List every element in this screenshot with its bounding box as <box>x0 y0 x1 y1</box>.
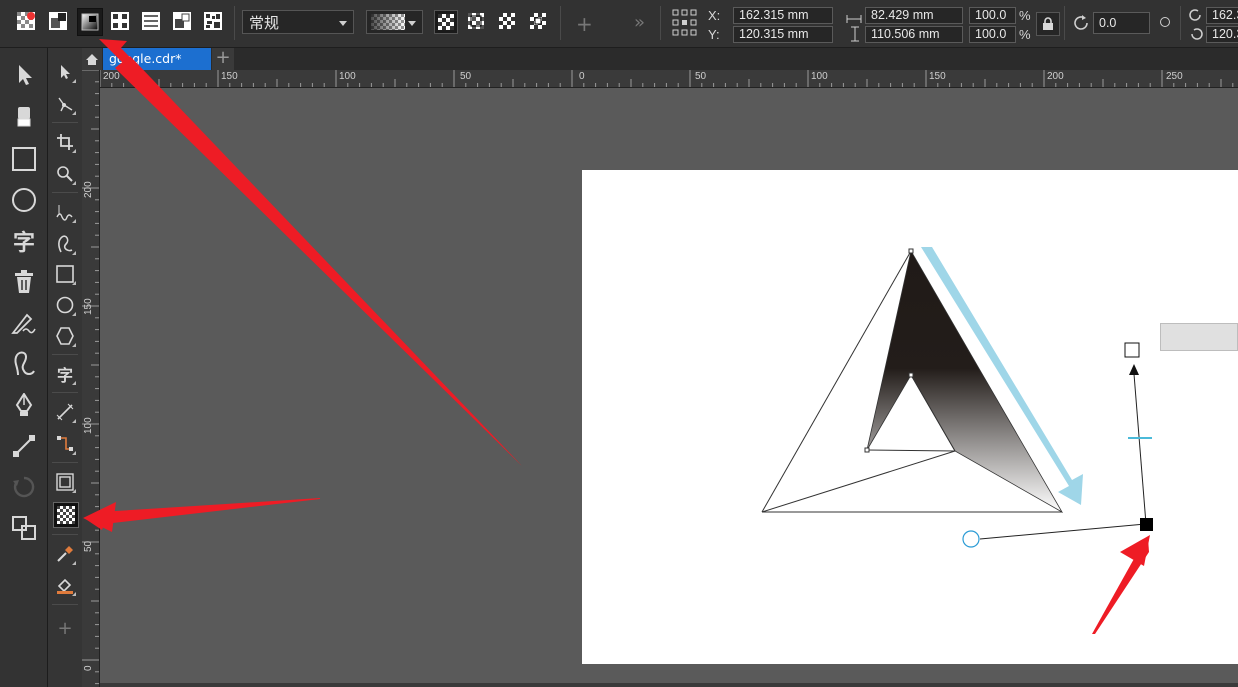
uniform-transparency-icon[interactable] <box>47 10 69 32</box>
property-bar: 常规 + » X: Y: 162.315 mm 120.315 mm 82.42… <box>0 0 1238 48</box>
percent-label: % <box>1019 27 1031 42</box>
ellipse-icon[interactable] <box>9 185 39 215</box>
zoom-icon[interactable] <box>53 162 77 186</box>
chevron-right-icon[interactable]: » <box>634 12 645 33</box>
transparency-icon[interactable] <box>53 502 79 528</box>
scale-width-field[interactable]: 100.0 <box>969 7 1016 24</box>
rectangle-icon[interactable] <box>9 144 39 174</box>
eraser-icon[interactable] <box>9 102 39 132</box>
ruler-label: 250 <box>1166 71 1183 82</box>
mirror-horizontal-icon[interactable] <box>1188 7 1204 27</box>
text-icon[interactable]: 字 <box>9 226 39 256</box>
artistic-media-icon[interactable] <box>9 308 39 338</box>
width-field[interactable]: 82.429 mm <box>865 7 963 24</box>
floating-toolbar-stub[interactable] <box>1160 323 1238 351</box>
scale-height-field[interactable]: 100.0 <box>969 26 1016 43</box>
ruler-label: 150 <box>929 71 946 82</box>
lock-icon <box>1043 17 1053 30</box>
apply-to-fill-icon[interactable] <box>434 10 458 34</box>
ruler-label: 0 <box>83 665 94 671</box>
pick-tool-icon[interactable] <box>9 60 39 90</box>
horizontal-ruler[interactable]: 200 150 100 50 0 50 100 150 200 250 <box>100 70 1238 88</box>
ruler-label: 100 <box>83 417 94 434</box>
rectangle-icon[interactable] <box>53 262 77 286</box>
transparency-swatch-icon <box>371 14 405 30</box>
home-tab[interactable] <box>82 48 102 70</box>
eyedropper-icon[interactable] <box>53 542 77 566</box>
chevron-down-icon <box>339 21 347 26</box>
secondary-toolbox: 字 + <box>48 48 83 687</box>
merge-mode-value: 常规 <box>249 14 280 32</box>
percent-label: % <box>1019 8 1031 23</box>
connector-icon[interactable] <box>53 432 77 456</box>
vector-pattern-transparency-icon[interactable] <box>109 10 131 32</box>
new-tab-plus-icon[interactable]: + <box>212 48 234 70</box>
text-icon[interactable]: 字 <box>53 362 77 386</box>
ruler-label: 50 <box>83 540 94 552</box>
ruler-label: 200 <box>103 71 120 82</box>
plus-icon[interactable]: + <box>576 12 593 36</box>
bezier-icon[interactable] <box>53 232 77 256</box>
lock-ratio-button[interactable] <box>1036 12 1060 36</box>
pick-icon[interactable] <box>53 60 77 84</box>
mirror-vertical-icon[interactable] <box>1188 26 1204 46</box>
crop-icon[interactable] <box>53 130 77 154</box>
add-tool-icon[interactable]: + <box>53 616 77 640</box>
reference-point-icon[interactable] <box>672 9 698 41</box>
ruler-label: 100 <box>811 71 828 82</box>
delete-icon[interactable] <box>9 267 39 297</box>
weld-icon[interactable] <box>9 513 39 543</box>
texture-transparency-icon[interactable] <box>202 10 224 32</box>
freehand-curve-icon[interactable] <box>9 349 39 379</box>
freehand-icon[interactable] <box>53 200 77 224</box>
rotation-field[interactable]: 0.0 <box>1093 12 1150 34</box>
apply-to-all-icon[interactable] <box>496 10 518 32</box>
connector-icon[interactable] <box>9 431 39 461</box>
vertical-ruler[interactable]: 200 150 100 50 0 <box>82 70 100 687</box>
drop-shadow-icon[interactable] <box>53 470 77 494</box>
document-page[interactable] <box>582 170 1238 664</box>
fountain-transparency-icon[interactable] <box>77 8 103 36</box>
ruler-label: 50 <box>460 71 472 82</box>
document-tab[interactable]: google.cdr* <box>103 48 211 70</box>
bitmap-pattern-transparency-icon[interactable] <box>140 10 162 32</box>
degree-icon <box>1160 17 1170 27</box>
far-right-field-1[interactable]: 162.3 <box>1206 7 1238 24</box>
ruler-label: 150 <box>221 71 238 82</box>
height-field[interactable]: 110.506 mm <box>865 26 963 43</box>
x-position-field[interactable]: 162.315 mm <box>733 7 833 24</box>
height-icon <box>850 26 860 46</box>
toolbox: 字 <box>0 48 48 687</box>
far-right-field-2[interactable]: 120.3 <box>1206 26 1238 43</box>
y-position-field[interactable]: 120.315 mm <box>733 26 833 43</box>
parallel-dimension-icon[interactable] <box>53 400 77 424</box>
no-transparency-icon[interactable] <box>15 10 37 32</box>
transparency-picker-dropdown[interactable] <box>366 10 423 34</box>
rotate-icon <box>1073 14 1091 36</box>
merge-mode-dropdown[interactable]: 常规 <box>242 10 354 34</box>
apply-to-outline-icon[interactable] <box>465 10 487 32</box>
two-color-pattern-transparency-icon[interactable] <box>171 10 193 32</box>
shape-icon[interactable] <box>53 92 77 116</box>
ruler-label: 200 <box>1047 71 1064 82</box>
polygon-icon[interactable] <box>53 324 77 348</box>
chevron-down-icon <box>408 21 416 26</box>
interactive-fill-icon[interactable] <box>53 573 77 597</box>
ellipse-icon[interactable] <box>53 293 77 317</box>
ruler-label: 150 <box>83 298 94 315</box>
pen-icon[interactable] <box>9 390 39 420</box>
x-label: X: <box>708 8 721 23</box>
ruler-label: 100 <box>339 71 356 82</box>
ruler-label: 0 <box>579 71 585 82</box>
horizontal-scrollbar[interactable] <box>100 683 1238 687</box>
home-icon <box>86 53 98 65</box>
transform-icon[interactable] <box>9 472 39 502</box>
y-label: Y: <box>708 27 720 42</box>
ruler-label: 50 <box>695 71 707 82</box>
ruler-label: 200 <box>83 181 94 198</box>
freeze-transparency-icon[interactable] <box>527 10 549 32</box>
document-tab-bar <box>82 48 1238 70</box>
